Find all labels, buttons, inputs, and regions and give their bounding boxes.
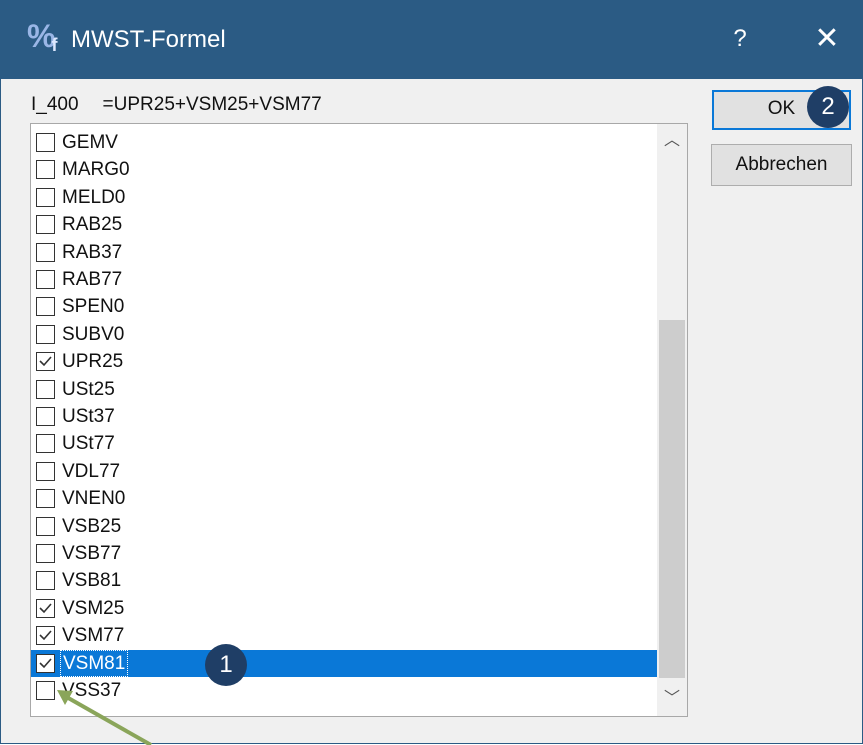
list-item[interactable]: RAB25 bbox=[31, 211, 657, 238]
percent-formula-icon: %f bbox=[27, 18, 58, 55]
list-item[interactable]: USt25 bbox=[31, 376, 657, 403]
list-item[interactable]: MELD0 bbox=[31, 184, 657, 211]
formula-display: I_400 =UPR25+VSM25+VSM77 bbox=[31, 93, 346, 117]
checkbox[interactable] bbox=[36, 407, 55, 426]
list-item-label: VNEN0 bbox=[62, 488, 126, 510]
list-item-label: USt25 bbox=[62, 378, 115, 400]
list-item[interactable]: RAB37 bbox=[31, 239, 657, 266]
checkbox[interactable] bbox=[36, 242, 55, 262]
formula-expression: =UPR25+VSM25+VSM77 bbox=[102, 94, 322, 115]
list-item[interactable]: VDL77 bbox=[31, 458, 657, 485]
close-button[interactable]: ✕ bbox=[807, 15, 847, 63]
checkbox[interactable] bbox=[36, 544, 55, 563]
checkbox[interactable] bbox=[36, 270, 55, 289]
checkbox[interactable] bbox=[36, 187, 55, 207]
list-item[interactable]: VSB77 bbox=[31, 540, 657, 567]
checkbox-checked[interactable] bbox=[36, 598, 55, 618]
checkbox[interactable] bbox=[36, 571, 55, 591]
checkbox-checked[interactable] bbox=[36, 352, 55, 372]
list-item[interactable]: GEMV bbox=[31, 129, 657, 156]
list-item-label: RAB77 bbox=[62, 269, 123, 290]
checkbox[interactable] bbox=[36, 160, 55, 180]
checkbox-checked[interactable] bbox=[36, 653, 55, 673]
annotation-badge-2: 2 bbox=[807, 86, 849, 128]
list-item[interactable]: SUBV0 bbox=[31, 321, 657, 348]
list-item[interactable]: MARG0 bbox=[31, 156, 657, 183]
list-item[interactable]: VSM81 bbox=[31, 649, 657, 677]
list-item-label: SUBV0 bbox=[62, 323, 125, 345]
scroll-down-arrow-icon[interactable]: ﹀ bbox=[657, 686, 687, 716]
checkbox-checked[interactable] bbox=[36, 626, 55, 646]
checkbox[interactable] bbox=[36, 215, 55, 235]
list-item[interactable]: VNEN0 bbox=[31, 485, 657, 512]
list-item[interactable]: UPR25 bbox=[31, 348, 657, 375]
formula-name: I_400 bbox=[31, 94, 79, 115]
list-item-label: VSB77 bbox=[62, 543, 122, 564]
checkbox[interactable] bbox=[36, 434, 55, 454]
list-item-label: MELD0 bbox=[62, 186, 126, 208]
checkmark-icon bbox=[39, 630, 52, 641]
vertical-scrollbar[interactable]: ︿ ﹀ bbox=[657, 124, 687, 716]
list-item-label: UPR25 bbox=[62, 351, 124, 373]
list-item[interactable]: RAB77 bbox=[31, 266, 657, 293]
list-item-label: VSM77 bbox=[62, 625, 125, 647]
account-checklist[interactable]: GEMV MARG0 MELD0 RAB25 RAB37 RAB77 SPEN0 SUBV0 U… bbox=[30, 123, 688, 717]
list-item-label: VDL77 bbox=[62, 460, 121, 482]
checkbox[interactable] bbox=[36, 681, 55, 700]
dialog-window: %f MWST-Formel ? ✕ I_400 =UPR25+VSM25+VSM… bbox=[0, 0, 863, 745]
list-item[interactable]: VSS37 bbox=[31, 677, 657, 704]
checkbox[interactable] bbox=[36, 133, 55, 152]
list-item[interactable]: USt37 bbox=[31, 403, 657, 430]
list-item-label: MARG0 bbox=[62, 159, 130, 181]
checkbox[interactable] bbox=[36, 324, 55, 344]
checkbox[interactable] bbox=[36, 516, 55, 536]
checkmark-icon bbox=[39, 356, 52, 367]
list-item-label: RAB37 bbox=[62, 241, 123, 263]
list-item-label: USt37 bbox=[62, 406, 115, 427]
list-item-label: USt77 bbox=[62, 433, 115, 455]
help-button[interactable]: ? bbox=[725, 15, 755, 63]
checkbox[interactable] bbox=[36, 379, 55, 399]
scrollbar-thumb[interactable] bbox=[659, 320, 685, 678]
list-item[interactable]: USt77 bbox=[31, 430, 657, 457]
list-item[interactable]: VSM77 bbox=[31, 622, 657, 649]
title-bar: %f MWST-Formel ? ✕ bbox=[1, 1, 862, 79]
list-item[interactable]: SPEN0 bbox=[31, 293, 657, 320]
scroll-up-arrow-icon[interactable]: ︿ bbox=[657, 124, 687, 154]
list-item-label: VSS37 bbox=[62, 680, 122, 701]
list-item[interactable]: VSM25 bbox=[31, 595, 657, 622]
list-item[interactable]: VSB25 bbox=[31, 513, 657, 540]
annotation-badge-1: 1 bbox=[205, 644, 247, 686]
window-title: MWST-Formel bbox=[71, 26, 226, 53]
checkmark-icon bbox=[39, 603, 52, 613]
list-item-label: VSB81 bbox=[62, 570, 122, 592]
list-item-label: RAB25 bbox=[62, 214, 123, 236]
list-item-label: GEMV bbox=[62, 132, 118, 153]
checkmark-icon bbox=[39, 658, 52, 668]
cancel-button[interactable]: Abbrechen bbox=[711, 144, 852, 186]
list-item-label: VSM81 bbox=[59, 649, 129, 677]
list-item-label: VSM25 bbox=[62, 597, 125, 619]
checkbox[interactable] bbox=[36, 461, 55, 481]
list-item-label: SPEN0 bbox=[62, 296, 125, 318]
checkbox[interactable] bbox=[36, 297, 55, 317]
list-item-label: VSB25 bbox=[62, 515, 122, 537]
list-item[interactable]: VSB81 bbox=[31, 567, 657, 594]
checkbox[interactable] bbox=[36, 489, 55, 509]
